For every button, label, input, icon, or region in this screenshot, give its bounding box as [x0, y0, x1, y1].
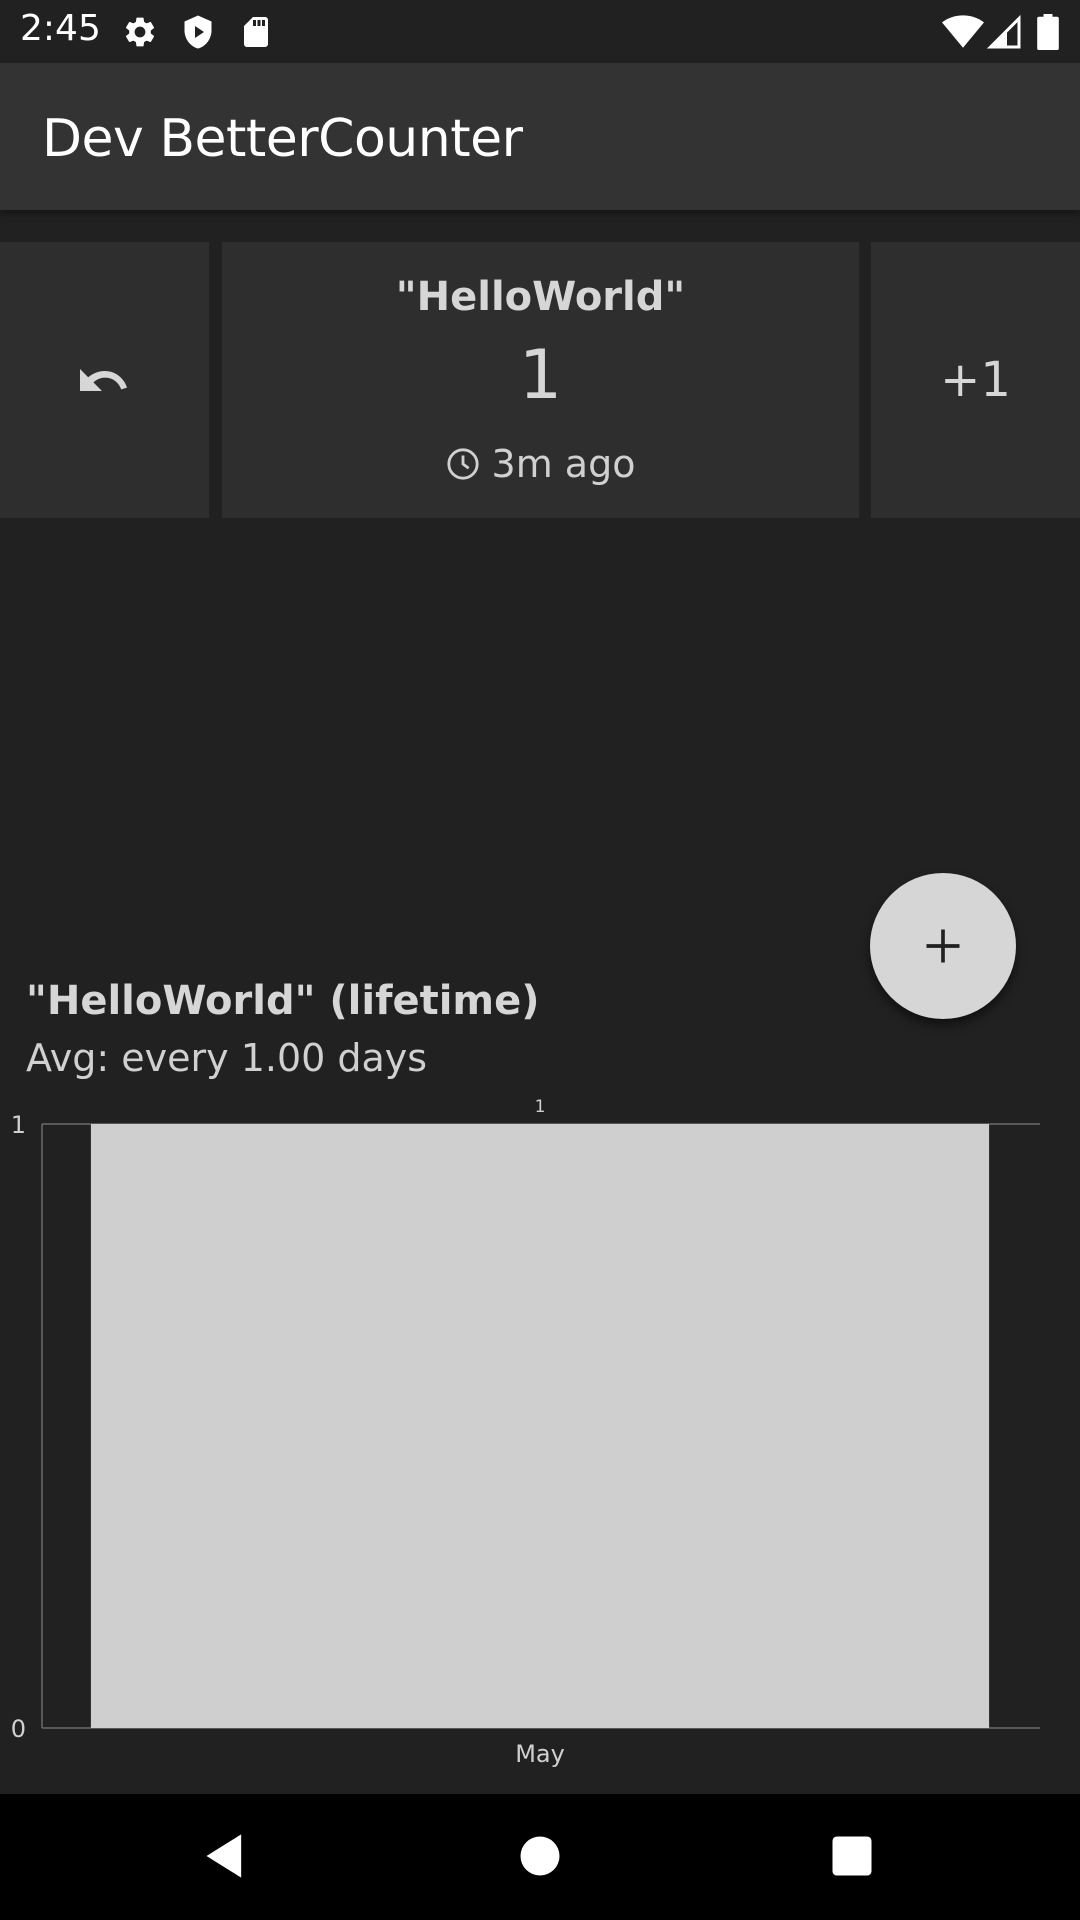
increment-label: +1 [940, 352, 1011, 408]
increment-button[interactable]: +1 [871, 242, 1080, 518]
gear-icon [125, 17, 155, 47]
app-title: Dev BetterCounter [42, 109, 523, 169]
chart-x-tick-label: May [515, 1740, 565, 1768]
status-bar: 2:45 [0, 0, 1080, 63]
counter-card[interactable]: "HelloWorld" 1 3m ago [222, 242, 859, 518]
counter-time-text: 3m ago [491, 442, 636, 486]
app-bar: Dev BetterCounter [0, 63, 1080, 210]
counter-name: "HelloWorld" [395, 274, 686, 320]
signal-icon [986, 14, 1021, 49]
sd-card-icon [244, 17, 268, 47]
plus-icon [926, 929, 960, 963]
chart-bar-value-label: 1 [535, 1097, 546, 1117]
stats-average: Avg: every 1.00 days [26, 1036, 428, 1080]
shield-icon [184, 15, 212, 49]
undo-button[interactable] [0, 242, 209, 518]
clock-icon [446, 448, 479, 480]
status-time: 2:45 [20, 8, 101, 49]
navigation-bar [0, 1794, 1080, 1920]
battery-icon [1037, 14, 1059, 50]
counter-last-time: 3m ago [222, 442, 859, 486]
chart-y-tick-label: 1 [11, 1111, 26, 1139]
wifi-icon [942, 15, 984, 48]
add-counter-button[interactable] [870, 873, 1016, 1019]
lifetime-chart: 0 1 1 May [11, 1097, 1040, 1768]
stats-title: "HelloWorld" (lifetime) [26, 978, 540, 1024]
counter-value: 1 [518, 336, 563, 415]
recents-icon[interactable] [826, 1830, 878, 1882]
chart-y-tick-label: 0 [11, 1715, 26, 1743]
chart-bar [90, 1124, 990, 1728]
back-icon[interactable] [200, 1830, 252, 1882]
home-icon[interactable] [514, 1830, 566, 1882]
undo-icon [80, 369, 127, 391]
